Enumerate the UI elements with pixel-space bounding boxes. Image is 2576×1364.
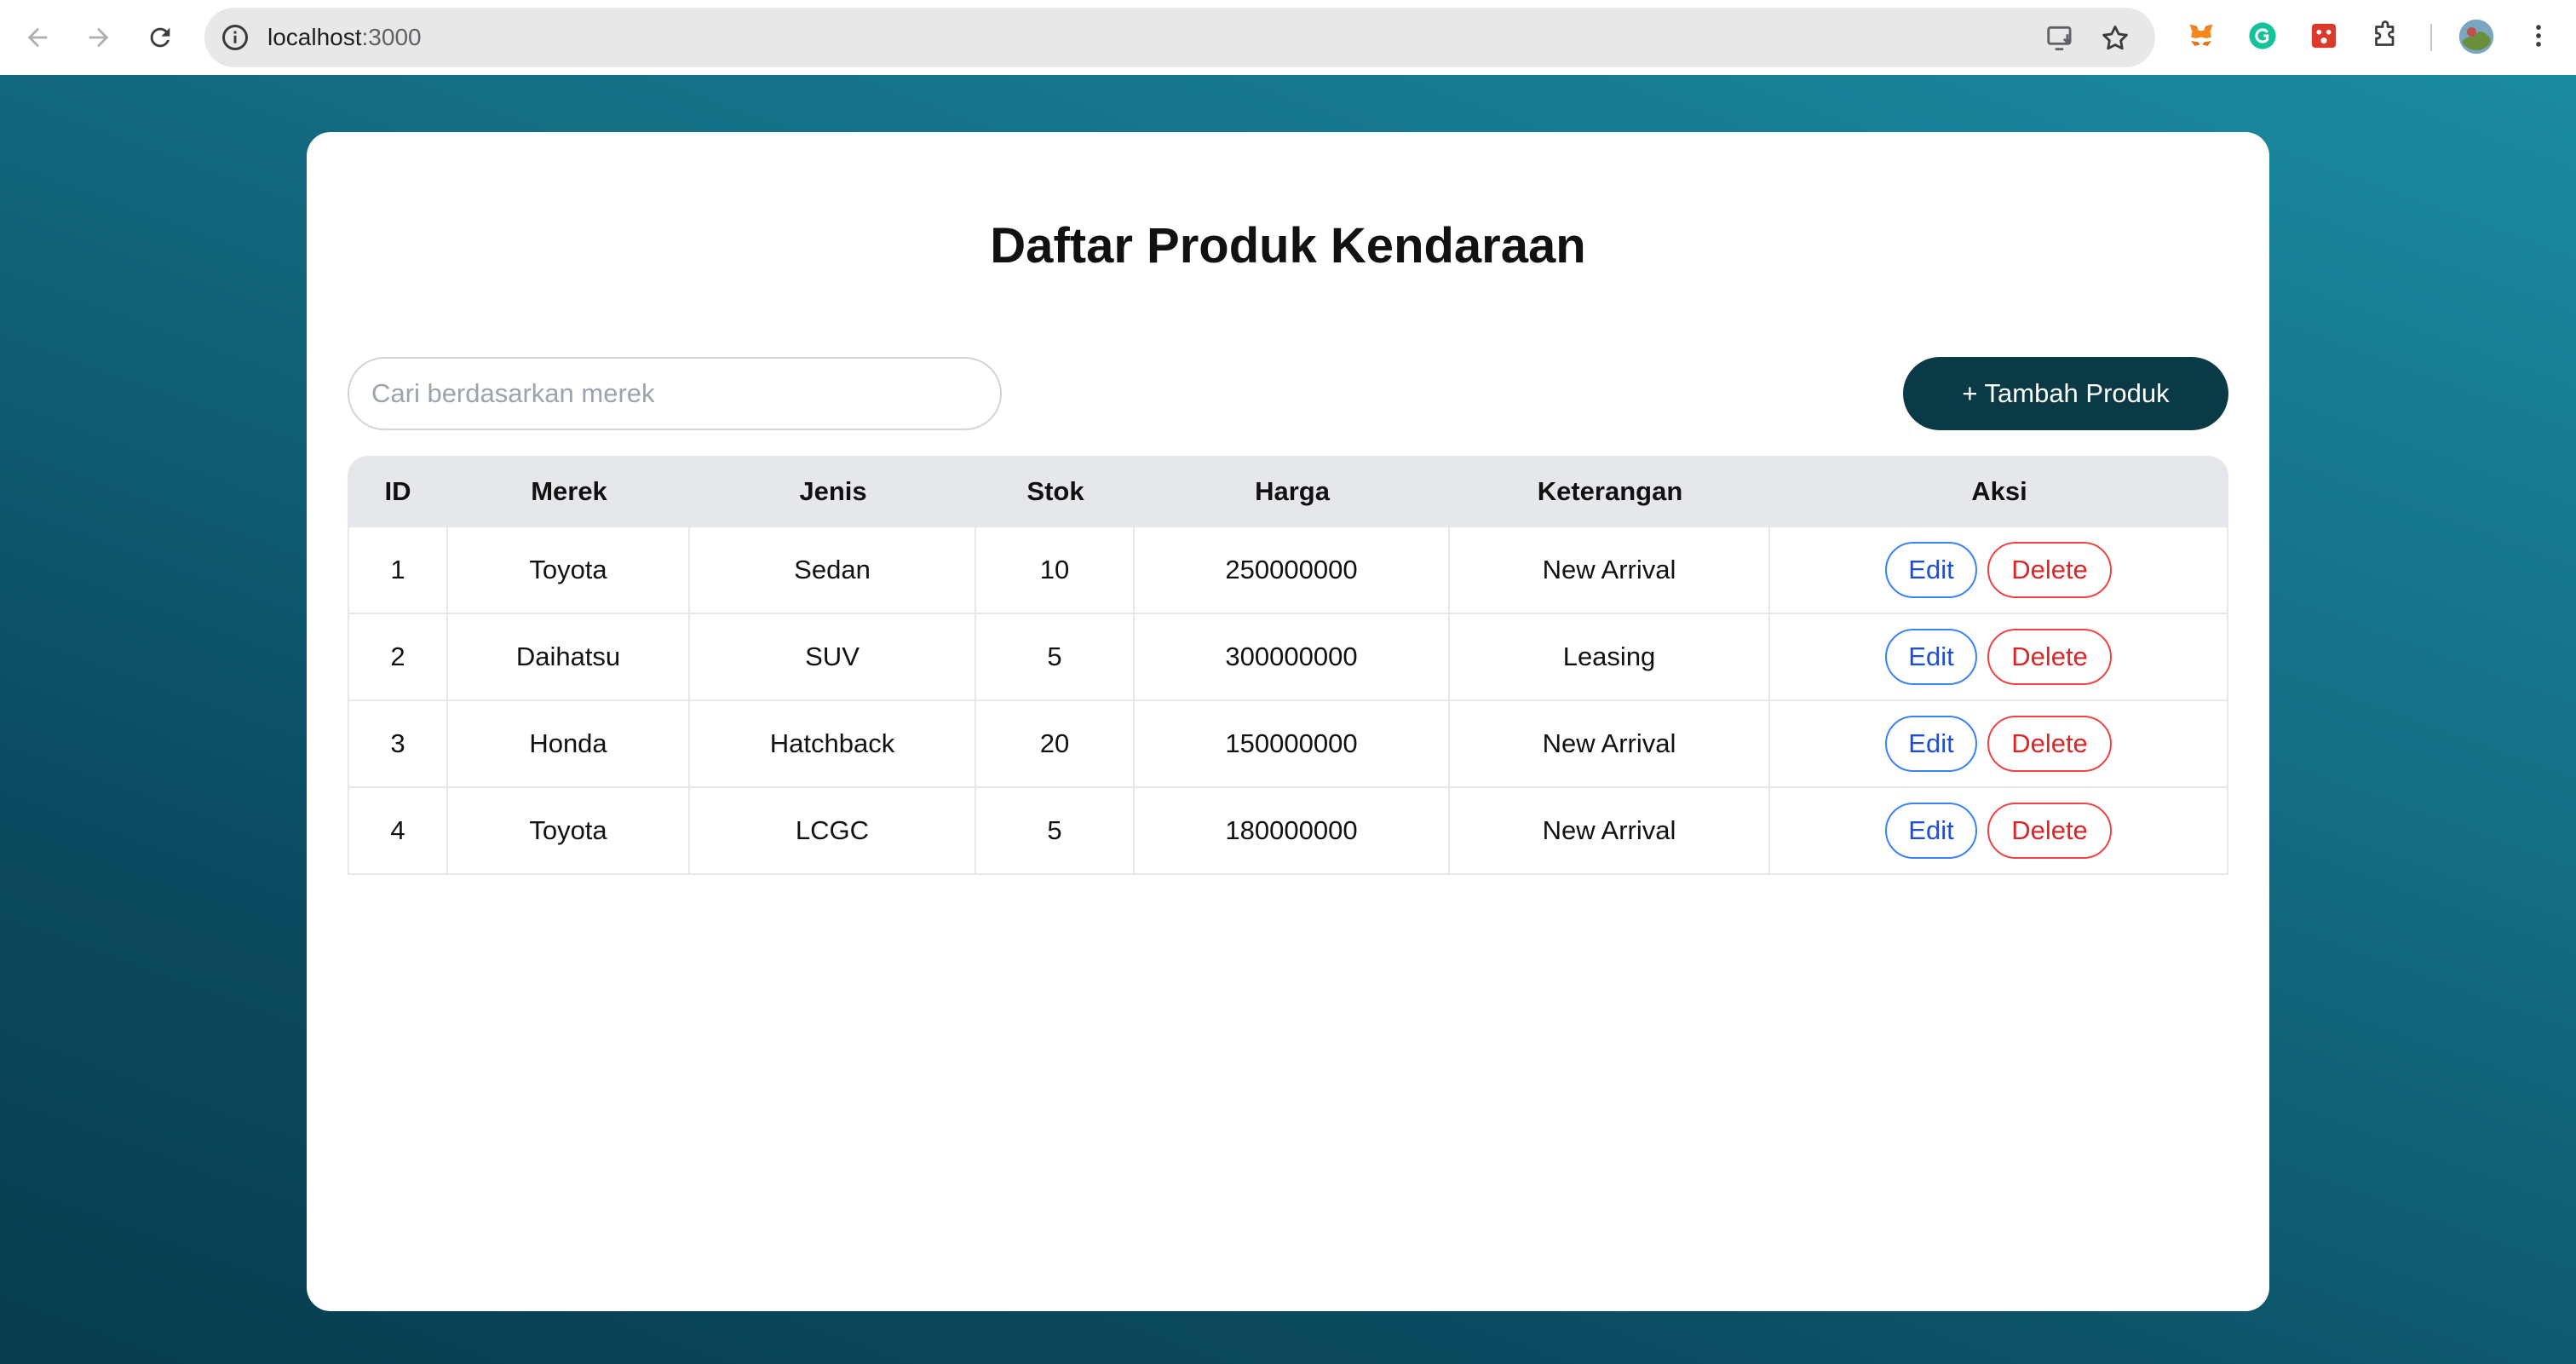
header-aksi: Aksi [1770,456,2228,527]
table-row: 1 Toyota Sedan 10 250000000 New Arrival … [348,527,2228,614]
cell-keterangan: New Arrival [1450,788,1770,875]
cell-jenis: Sedan [690,527,976,614]
cell-stok: 5 [976,788,1135,875]
cell-id: 4 [348,788,448,875]
cell-aksi: Edit Delete [1770,701,2228,788]
delete-button[interactable]: Delete [1987,629,2112,685]
edit-button[interactable]: Edit [1885,542,1977,598]
url-port: :3000 [361,24,422,50]
chrome-menu-icon[interactable] [2521,19,2556,53]
browser-toolbar: localhost:3000 [0,0,2576,75]
edit-button[interactable]: Edit [1885,716,1977,772]
header-harga: Harga [1135,456,1450,527]
profile-avatar-icon[interactable] [2457,17,2496,56]
page-title: Daftar Produk Kendaraan [990,218,1586,273]
cell-merek: Honda [448,701,690,788]
cell-id: 3 [348,701,448,788]
reload-icon [150,27,170,48]
extensions-puzzle-icon[interactable] [2368,19,2402,53]
forward-button[interactable] [80,19,118,56]
cell-merek: Toyota [448,788,690,875]
delete-button[interactable]: Delete [1987,803,2112,859]
product-table-container: ID Merek Jenis Stok Harga Keterangan Aks… [348,456,2228,875]
header-jenis: Jenis [690,456,976,527]
header-id: ID [348,456,448,527]
cell-merek: Daihatsu [448,614,690,701]
header-stok: Stok [976,456,1135,527]
cell-stok: 5 [976,614,1135,701]
red-extension-icon[interactable] [2307,19,2341,53]
cell-keterangan: New Arrival [1450,527,1770,614]
edit-button[interactable]: Edit [1885,629,1977,685]
address-bar[interactable]: localhost:3000 [204,8,2155,67]
install-app-icon[interactable] [2044,22,2077,55]
url-host: localhost [267,24,362,50]
back-button[interactable] [19,19,56,56]
cell-id: 2 [348,614,448,701]
cell-keterangan: Leasing [1450,614,1770,701]
table-row: 4 Toyota LCGC 5 180000000 New Arrival Ed… [348,788,2228,875]
cell-harga: 150000000 [1135,701,1450,788]
metamask-fox-icon[interactable] [2184,19,2218,53]
delete-button[interactable]: Delete [1987,716,2112,772]
grammarly-icon[interactable] [2245,19,2280,53]
header-keterangan: Keterangan [1450,456,1770,527]
cell-jenis: LCGC [690,788,976,875]
cell-aksi: Edit Delete [1770,614,2228,701]
edit-button[interactable]: Edit [1885,803,1977,859]
cell-stok: 20 [976,701,1135,788]
cell-aksi: Edit Delete [1770,527,2228,614]
cell-harga: 300000000 [1135,614,1450,701]
cell-stok: 10 [976,527,1135,614]
cell-aksi: Edit Delete [1770,788,2228,875]
toolbar-divider [2430,24,2432,51]
back-arrow-icon [27,27,48,48]
cell-jenis: Hatchback [690,701,976,788]
header-merek: Merek [448,456,690,527]
add-product-button[interactable]: + Tambah Produk [1903,357,2228,430]
url-text: localhost:3000 [267,8,422,67]
cell-harga: 250000000 [1135,527,1450,614]
bookmark-star-icon[interactable] [2099,22,2131,55]
cell-jenis: SUV [690,614,976,701]
table-header: ID Merek Jenis Stok Harga Keterangan Aks… [348,456,2228,527]
cell-merek: Toyota [448,527,690,614]
site-info-icon[interactable] [220,22,250,53]
table-row: 3 Honda Hatchback 20 150000000 New Arriv… [348,701,2228,788]
product-card: Daftar Produk Kendaraan + Tambah Produk … [307,132,2269,1311]
product-table: ID Merek Jenis Stok Harga Keterangan Aks… [348,456,2228,875]
table-row: 2 Daihatsu SUV 5 300000000 Leasing Edit D… [348,614,2228,701]
page-background: Daftar Produk Kendaraan + Tambah Produk … [0,75,2576,1364]
reload-button[interactable] [141,19,179,56]
table-body: 1 Toyota Sedan 10 250000000 New Arrival … [348,527,2228,875]
delete-button[interactable]: Delete [1987,542,2112,598]
forward-arrow-icon [89,27,109,48]
cell-harga: 180000000 [1135,788,1450,875]
cell-id: 1 [348,527,448,614]
search-input[interactable] [348,357,1002,430]
cell-keterangan: New Arrival [1450,701,1770,788]
